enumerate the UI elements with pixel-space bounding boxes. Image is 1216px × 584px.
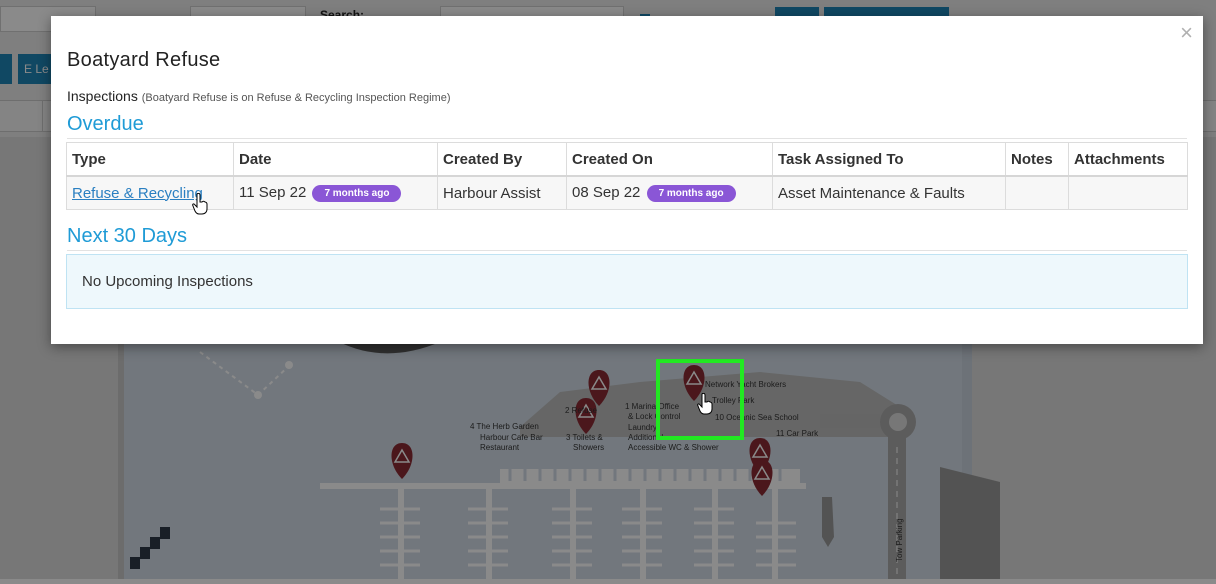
overdue-table: Type Date Created By Created On Task Ass… bbox=[66, 142, 1188, 210]
close-icon[interactable]: × bbox=[1180, 20, 1193, 46]
column-header-task-assigned-to: Task Assigned To bbox=[772, 142, 1006, 177]
cell-task-assigned-to: Asset Maintenance & Faults bbox=[772, 175, 1006, 210]
inspections-heading: Inspections (Boatyard Refuse is on Refus… bbox=[67, 88, 450, 104]
inspection-type-link[interactable]: Refuse & Recycling bbox=[72, 185, 203, 202]
hand-cursor-icon bbox=[697, 393, 713, 415]
table-row: Refuse & Recycling 11 Sep 22 7 months ag… bbox=[66, 175, 1188, 210]
column-header-created-by: Created By bbox=[437, 142, 567, 177]
column-header-created-on: Created On bbox=[566, 142, 773, 177]
hand-cursor-icon bbox=[192, 193, 208, 215]
cell-notes bbox=[1005, 175, 1069, 210]
cell-type: Refuse & Recycling bbox=[66, 175, 234, 210]
inspection-modal: × Boatyard Refuse Inspections (Boatyard … bbox=[51, 16, 1203, 344]
inspections-label: Inspections bbox=[67, 88, 138, 104]
cell-created-by: Harbour Assist bbox=[437, 175, 567, 210]
date-age-badge: 7 months ago bbox=[312, 185, 402, 202]
modal-title: Boatyard Refuse bbox=[67, 49, 221, 71]
inspections-subtitle: (Boatyard Refuse is on Refuse & Recyclin… bbox=[141, 92, 451, 104]
created-age-badge: 7 months ago bbox=[646, 185, 736, 202]
column-header-date: Date bbox=[233, 142, 438, 177]
no-upcoming-message: No Upcoming Inspections bbox=[66, 254, 1188, 309]
cell-attachments bbox=[1068, 175, 1188, 210]
overdue-heading: Overdue bbox=[67, 113, 1187, 139]
column-header-notes: Notes bbox=[1005, 142, 1069, 177]
table-header-row: Type Date Created By Created On Task Ass… bbox=[66, 142, 1188, 177]
cell-date: 11 Sep 22 7 months ago bbox=[233, 175, 438, 210]
cell-created-on: 08 Sep 22 7 months ago bbox=[566, 175, 773, 210]
next-30-days-heading: Next 30 Days bbox=[67, 225, 1187, 251]
date-value: 11 Sep 22 bbox=[239, 184, 307, 201]
created-on-value: 08 Sep 22 bbox=[572, 184, 641, 201]
column-header-attachments: Attachments bbox=[1068, 142, 1188, 177]
column-header-type: Type bbox=[66, 142, 234, 177]
